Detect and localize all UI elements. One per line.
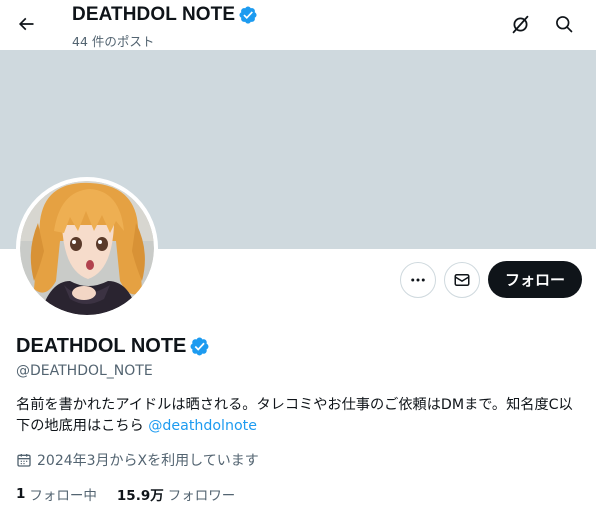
search-icon	[556, 16, 573, 33]
followers-count: 15.9万	[116, 488, 164, 504]
follow-button[interactable]: フォロー	[488, 261, 582, 298]
following-count: 1	[16, 486, 26, 502]
calendar-icon	[17, 454, 31, 467]
message-button[interactable]	[444, 262, 480, 298]
display-name-group: DEATHDOL NOTE	[16, 335, 210, 358]
avatar-image	[20, 181, 154, 315]
top-bar: DEATHDOL NOTE 44 件のポスト	[0, 0, 596, 50]
profile-bio: 名前を書かれたアイドルは晒される。タレコミやお仕事のご依頼はDMまで。知名度C以…	[16, 395, 582, 437]
search-button[interactable]	[546, 6, 582, 42]
following-label: フォロー中	[29, 488, 97, 504]
profile-handle: @DEATHDOL_NOTE	[16, 363, 153, 379]
display-name: DEATHDOL NOTE	[16, 335, 187, 357]
more-button[interactable]	[400, 262, 436, 298]
back-button[interactable]	[8, 6, 44, 42]
grok-icon	[512, 15, 528, 33]
arrow-left-icon	[18, 17, 34, 31]
bio-mention-link[interactable]: @deathdolnote	[148, 418, 257, 434]
verified-badge-icon	[239, 6, 257, 24]
following-link[interactable]: 1 フォロー中	[16, 484, 97, 504]
header-title: DEATHDOL NOTE	[72, 4, 236, 25]
grok-button[interactable]	[502, 6, 538, 42]
follow-stats: 1 フォロー中 15.9万 フォロワー	[16, 484, 235, 504]
verified-badge-icon[interactable]	[189, 336, 210, 357]
followers-link[interactable]: 15.9万 フォロワー	[117, 484, 235, 504]
followers-label: フォロワー	[167, 488, 236, 504]
joined-text: 2024年3月からXを利用しています	[37, 453, 259, 469]
bio-text: 名前を書かれたアイドルは晒される。タレコミやお仕事のご依頼はDMまで。知名度C以…	[16, 397, 573, 434]
joined-date: 2024年3月からXを利用しています	[16, 450, 259, 470]
more-icon	[411, 278, 425, 282]
post-count: 44 件のポスト	[72, 34, 155, 49]
header-title-group: DEATHDOL NOTE	[72, 4, 258, 26]
envelope-icon	[454, 274, 470, 286]
avatar[interactable]	[16, 177, 158, 319]
